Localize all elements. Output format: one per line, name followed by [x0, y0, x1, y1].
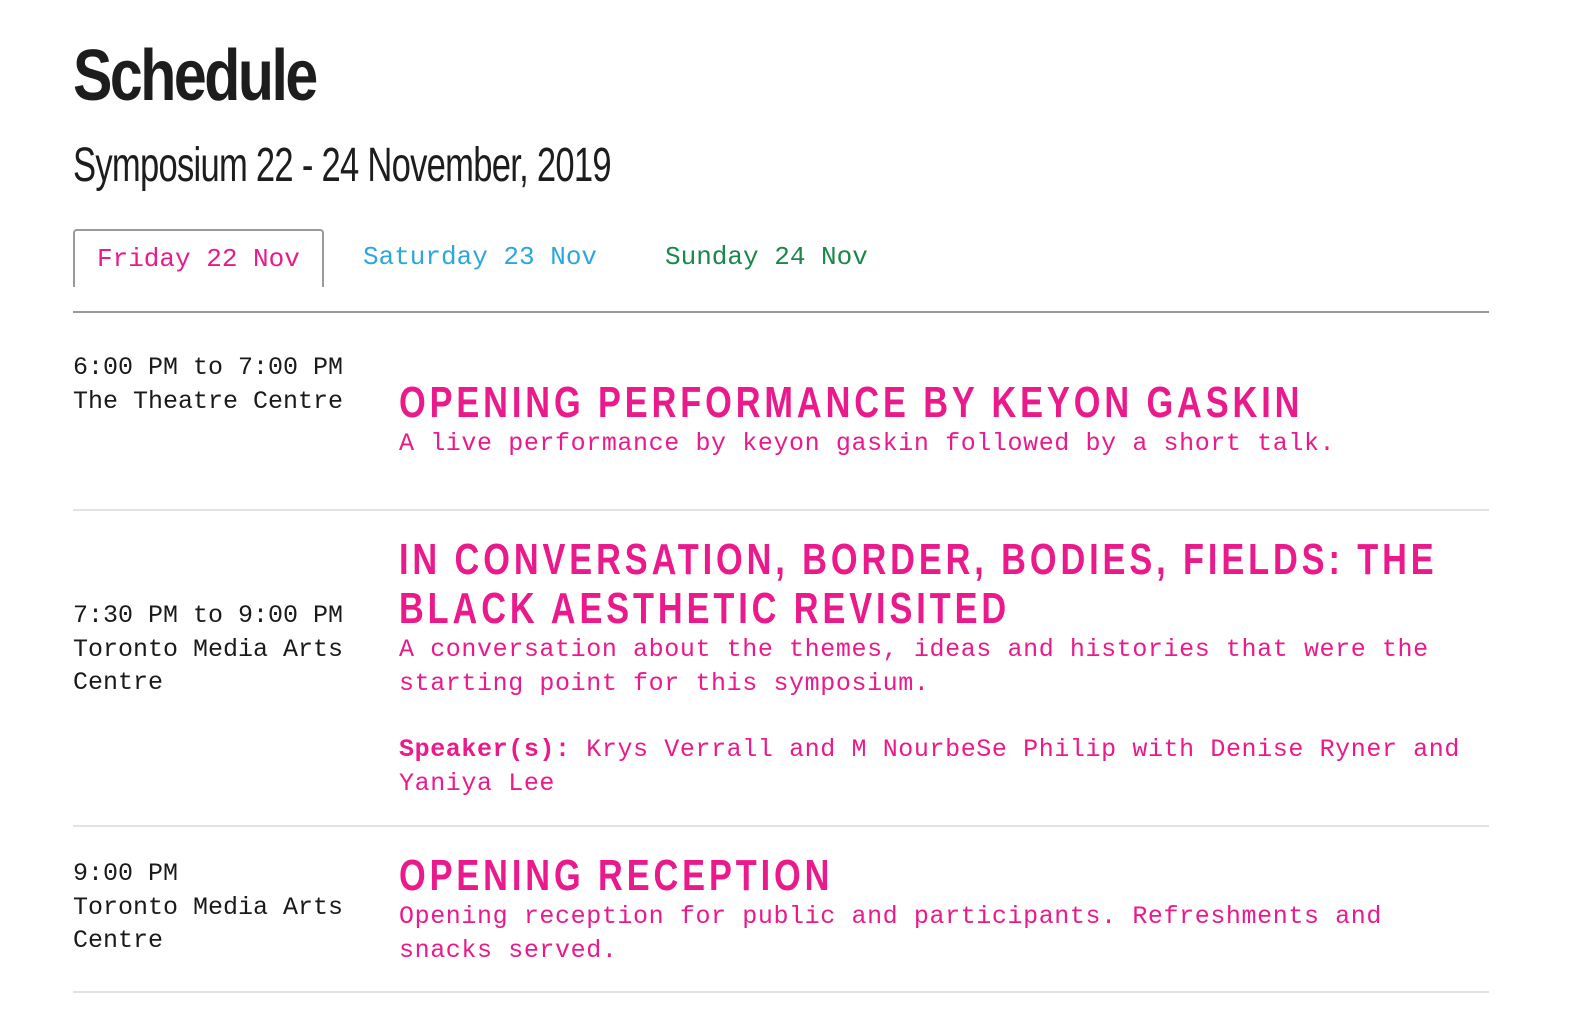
event-meta: 7:30 PM to 9:00 PM Toronto Media Arts Ce…: [73, 599, 373, 700]
event-item: 7:30 PM to 9:00 PM Toronto Media Arts Ce…: [73, 511, 1489, 827]
event-title: Opening Performance by keyon gaskin: [399, 378, 1304, 427]
event-item: 9:00 PM Toronto Media Arts Centre Openin…: [73, 827, 1489, 993]
event-body: Opening Performance by keyon gaskin A li…: [399, 378, 1489, 461]
day-tabs: Friday 22 Nov Saturday 23 Nov Sunday 24 …: [73, 229, 1489, 313]
event-description: Opening reception for public and partici…: [399, 902, 1382, 965]
tab-sunday[interactable]: Sunday 24 Nov: [643, 229, 890, 285]
event-speakers: Speaker(s): Krys Verrall and M NourbeSe …: [399, 733, 1489, 800]
event-location: The Theatre Centre: [73, 386, 344, 416]
event-meta: 9:00 PM Toronto Media Arts Centre: [73, 857, 373, 958]
event-item: 6:00 PM to 7:00 PM The Theatre Centre Op…: [73, 311, 1489, 511]
page-subtitle: Symposium 22 - 24 November, 2019: [73, 139, 612, 192]
event-time: 6:00 PM to 7:00 PM: [73, 353, 344, 382]
event-body: Opening Reception Opening reception for …: [399, 851, 1489, 967]
event-list: 6:00 PM to 7:00 PM The Theatre Centre Op…: [73, 311, 1489, 993]
event-location: Toronto Media Arts Centre: [73, 892, 344, 956]
event-time: 9:00 PM: [73, 859, 179, 888]
event-meta: 6:00 PM to 7:00 PM The Theatre Centre: [73, 351, 373, 418]
event-title: In Conversation, Border, Bodies, Fields:…: [399, 535, 1438, 633]
tab-friday[interactable]: Friday 22 Nov: [73, 229, 324, 287]
tab-saturday[interactable]: Saturday 23 Nov: [341, 229, 619, 285]
event-location: Toronto Media Arts Centre: [73, 634, 344, 698]
event-description: A conversation about the themes, ideas a…: [399, 635, 1429, 698]
event-description: A live performance by keyon gaskin follo…: [399, 429, 1336, 458]
speakers-label: Speaker(s):: [399, 735, 571, 765]
event-time: 7:30 PM to 9:00 PM: [73, 601, 344, 630]
event-title: Opening Reception: [399, 851, 834, 900]
page-title: Schedule: [73, 36, 318, 116]
event-body: In Conversation, Border, Bodies, Fields:…: [399, 535, 1489, 800]
